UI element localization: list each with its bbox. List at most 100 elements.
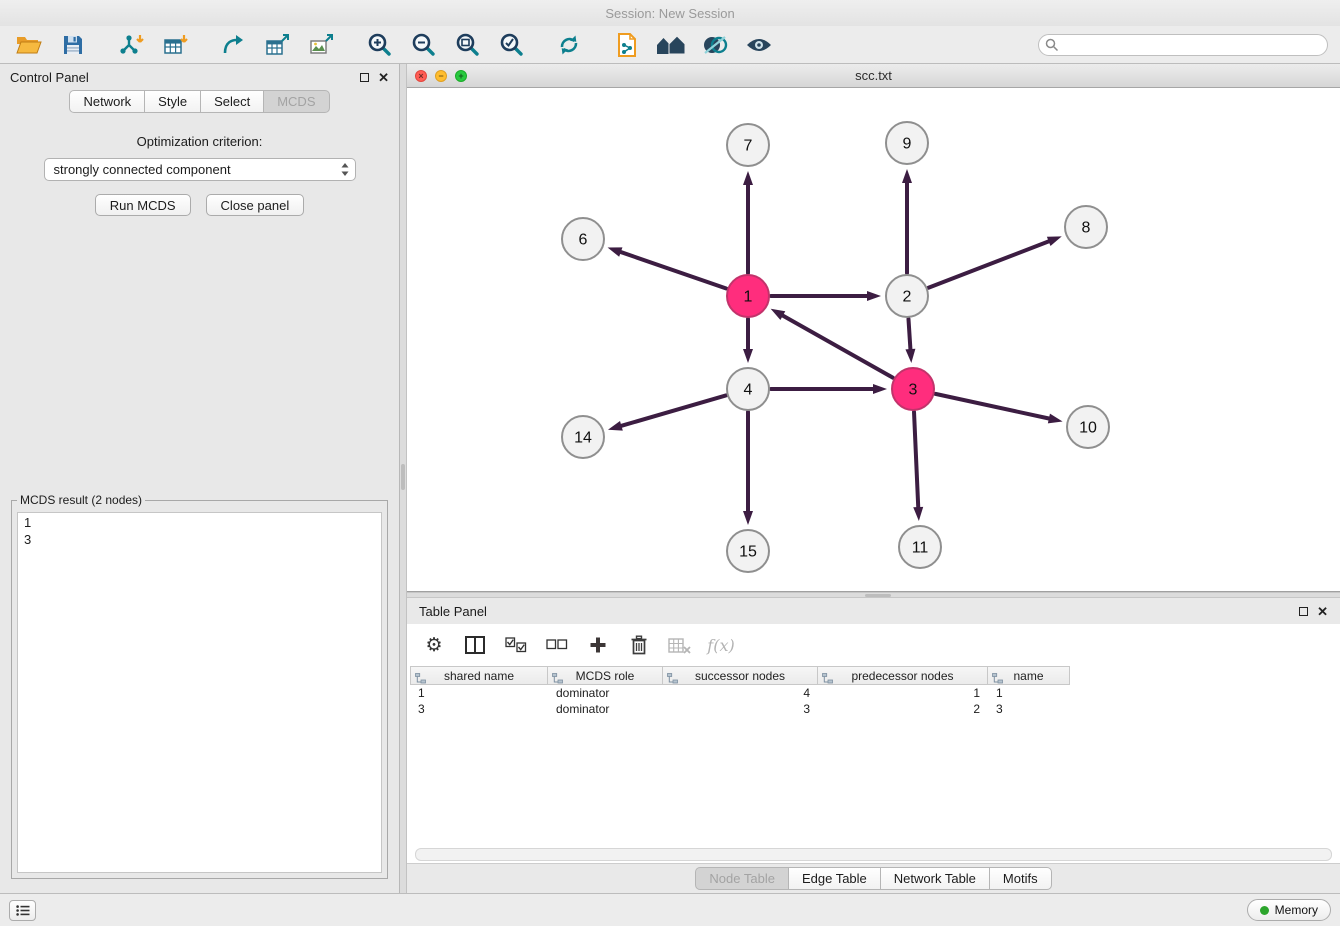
venn-analysis-button[interactable]: [698, 30, 732, 60]
horizontal-splitter-handle[interactable]: [865, 594, 891, 597]
cell-successor-nodes[interactable]: 4: [663, 685, 818, 701]
zoom-fit-button[interactable]: [450, 30, 484, 60]
deselect-all-rows-button[interactable]: [544, 632, 570, 658]
graph-node-14[interactable]: 14: [562, 416, 604, 458]
graph-node-10[interactable]: 10: [1067, 406, 1109, 448]
graph-edge-1-2[interactable]: [771, 291, 881, 301]
new-network-from-file-button[interactable]: [610, 30, 644, 60]
table-row[interactable]: 3dominator323: [410, 701, 1340, 717]
graph-node-3[interactable]: 3: [892, 368, 934, 410]
graph-node-6[interactable]: 6: [562, 218, 604, 260]
import-network-button[interactable]: [114, 30, 148, 60]
graph-node-4[interactable]: 4: [727, 368, 769, 410]
mcds-result-item[interactable]: 1: [24, 514, 375, 531]
control-tab-select[interactable]: Select: [200, 90, 264, 113]
zoom-in-icon: [367, 32, 392, 57]
show-graphics-details-button[interactable]: [742, 30, 776, 60]
zoom-in-button[interactable]: [362, 30, 396, 60]
column-header-MCDS-role[interactable]: MCDS role: [548, 666, 663, 685]
float-table-panel-icon[interactable]: [1299, 607, 1308, 616]
apply-layout-button[interactable]: [552, 30, 586, 60]
graph-node-15[interactable]: 15: [727, 530, 769, 572]
split-column-button[interactable]: [462, 632, 488, 658]
mcds-result-item[interactable]: 3: [24, 531, 375, 548]
control-tab-mcds[interactable]: MCDS: [263, 90, 329, 113]
zoom-selected-button[interactable]: [494, 30, 528, 60]
cell-MCDS-role[interactable]: dominator: [548, 701, 663, 717]
graph-node-7[interactable]: 7: [727, 124, 769, 166]
mcds-result-list[interactable]: 13: [17, 512, 382, 873]
show-panels-button[interactable]: [9, 900, 36, 921]
column-header-name[interactable]: name: [988, 666, 1070, 685]
save-session-button[interactable]: [56, 30, 90, 60]
control-tab-style[interactable]: Style: [144, 90, 201, 113]
graph-node-2[interactable]: 2: [886, 275, 928, 317]
column-header-predecessor-nodes[interactable]: predecessor nodes: [818, 666, 988, 685]
open-session-button[interactable]: [12, 30, 46, 60]
function-builder-button[interactable]: f(x): [708, 632, 734, 658]
graph-edge-3-10[interactable]: [935, 394, 1062, 424]
zoom-out-button[interactable]: [406, 30, 440, 60]
cell-successor-nodes[interactable]: 3: [663, 701, 818, 717]
horizontal-splitter[interactable]: [407, 592, 1340, 598]
cell-shared-name[interactable]: 1: [410, 685, 548, 701]
network-canvas[interactable]: 7 9 6 8 1 2 4 3 10 14 15 11: [407, 88, 1340, 591]
graph-edge-4-14[interactable]: [608, 395, 726, 430]
graph-edge-1-4[interactable]: [743, 319, 753, 363]
graph-node-11[interactable]: 11: [899, 526, 941, 568]
table-settings-button[interactable]: ⚙: [421, 632, 447, 658]
float-panel-icon[interactable]: [360, 73, 369, 82]
column-header-successor-nodes[interactable]: successor nodes: [663, 666, 818, 685]
vertical-splitter-handle[interactable]: [401, 464, 405, 490]
select-all-rows-button[interactable]: [503, 632, 529, 658]
graph-edge-1-6[interactable]: [608, 247, 727, 288]
graph-edge-4-3[interactable]: [771, 384, 887, 394]
graph-edge-2-8[interactable]: [928, 236, 1061, 287]
graph-edge-4-15[interactable]: [743, 412, 753, 525]
cell-predecessor-nodes[interactable]: 2: [818, 701, 988, 717]
memory-button[interactable]: Memory: [1247, 899, 1331, 921]
close-panel-button[interactable]: Close panel: [206, 194, 305, 216]
export-network-button[interactable]: [216, 30, 250, 60]
minimize-window-button[interactable]: −: [435, 70, 447, 82]
table-tab-edge-table[interactable]: Edge Table: [788, 867, 881, 890]
control-tab-network[interactable]: Network: [69, 90, 145, 113]
delete-rows-button[interactable]: [626, 632, 652, 658]
table-horizontal-scrollbar[interactable]: [415, 848, 1332, 861]
cell-name[interactable]: 3: [988, 701, 1070, 717]
graph-node-9[interactable]: 9: [886, 122, 928, 164]
export-table-button[interactable]: [260, 30, 294, 60]
optimization-criterion-label: Optimization criterion:: [0, 134, 399, 149]
table-row[interactable]: 1dominator411: [410, 685, 1340, 701]
network-view-window: × − + scc.txt 7 9 6 8 1 2 4 3 10 14 15 11: [407, 64, 1340, 592]
maximize-window-button[interactable]: +: [455, 70, 467, 82]
export-image-button[interactable]: [304, 30, 338, 60]
graph-edge-2-9[interactable]: [902, 169, 912, 273]
table-tab-node-table[interactable]: Node Table: [695, 867, 789, 890]
table-tab-motifs[interactable]: Motifs: [989, 867, 1052, 890]
graph-edge-3-11[interactable]: [913, 412, 923, 521]
cell-shared-name[interactable]: 3: [410, 701, 548, 717]
graph-edge-2-3[interactable]: [905, 319, 915, 363]
delete-column-button[interactable]: [667, 632, 693, 658]
import-table-button[interactable]: [158, 30, 192, 60]
cell-predecessor-nodes[interactable]: 1: [818, 685, 988, 701]
criterion-dropdown[interactable]: strongly connected component: [44, 158, 356, 181]
close-window-button[interactable]: ×: [415, 70, 427, 82]
network-window-titlebar: × − + scc.txt: [407, 64, 1340, 88]
graph-node-1[interactable]: 1: [727, 275, 769, 317]
table-tab-network-table[interactable]: Network Table: [880, 867, 990, 890]
vertical-splitter[interactable]: [400, 64, 407, 893]
column-header-shared-name[interactable]: shared name: [410, 666, 548, 685]
run-mcds-button[interactable]: Run MCDS: [95, 194, 191, 216]
search-input[interactable]: [1038, 34, 1328, 56]
graph-edge-3-1[interactable]: [771, 309, 893, 378]
cell-MCDS-role[interactable]: dominator: [548, 685, 663, 701]
close-table-panel-icon[interactable]: ✕: [1317, 605, 1328, 618]
window-title: Session: New Session: [605, 6, 734, 21]
add-column-button[interactable]: [585, 632, 611, 658]
graph-edge-1-7[interactable]: [743, 171, 753, 273]
close-panel-icon[interactable]: ✕: [378, 71, 389, 84]
mcds-home-button[interactable]: [654, 30, 688, 60]
graph-node-8[interactable]: 8: [1065, 206, 1107, 248]
